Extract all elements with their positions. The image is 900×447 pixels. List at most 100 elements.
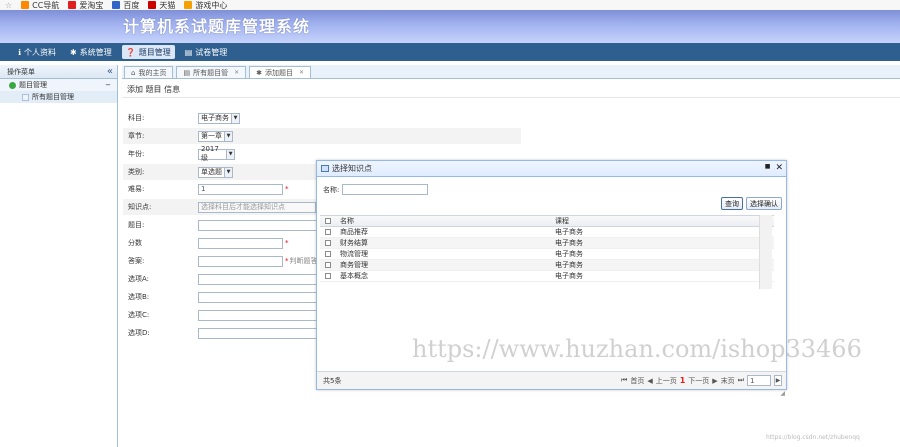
chapter-select[interactable]: 第一章 ▼	[198, 130, 233, 142]
menu-label: 题目管理	[138, 47, 171, 57]
last-page-link[interactable]: 末页	[721, 376, 735, 386]
option-b-input[interactable]	[198, 291, 318, 303]
bookmark-cc[interactable]: CC导航	[21, 0, 59, 10]
chevron-down-icon: ▼	[226, 149, 234, 159]
bookmark-label: 游戏中心	[195, 0, 228, 10]
pager: ⏮ 首页 ◀ 上一页 1 下一页 ▶ 末页 ⏭ 1 ▶	[621, 375, 782, 386]
dialog-header[interactable]: 选择知识点 ■ ✕	[317, 161, 786, 177]
left-panel-header: 操作菜单 «	[0, 65, 117, 79]
search-input[interactable]	[342, 184, 429, 195]
row-checkbox[interactable]	[320, 273, 336, 279]
table-row[interactable]: 物流管理 电子商务	[320, 249, 774, 260]
chevron-down-icon: ▼	[231, 113, 239, 123]
bookmark-game[interactable]: 游戏中心	[184, 0, 227, 10]
maximize-icon[interactable]: ■	[765, 163, 771, 173]
type-select[interactable]: 单选题 ▼	[198, 166, 233, 178]
bookmark-label: CC导航	[32, 0, 60, 10]
tmall-icon	[148, 1, 157, 9]
subject-value: 电子商务	[201, 114, 229, 122]
option-a-input[interactable]	[198, 273, 318, 285]
tab-add-question[interactable]: ✱ 添加题目 ✕	[249, 66, 312, 78]
form-row-subject: 科目: 电子商务 ▼	[123, 110, 521, 126]
score-label: 分数	[128, 239, 142, 247]
next-page-icon: ▶	[712, 376, 718, 385]
collapse-icon[interactable]: «	[107, 66, 113, 77]
go-icon[interactable]: ▶	[774, 375, 782, 386]
column-header-name[interactable]: 名称	[336, 216, 553, 226]
dialog-buttons: 查询 选择确认	[721, 197, 782, 210]
query-button[interactable]: 查询	[721, 197, 743, 210]
answer-input[interactable]	[198, 255, 283, 267]
first-page-link[interactable]: 首页	[630, 376, 644, 386]
left-panel: 操作菜单 « 题目管理 − 所有题目管理	[0, 65, 118, 447]
bookmark-star[interactable]: ☆	[5, 1, 12, 10]
menu-item-all-questions[interactable]: 所有题目管理	[0, 91, 117, 103]
cell-name: 基本概念	[340, 272, 368, 280]
row-checkbox[interactable]	[320, 262, 336, 268]
game-icon	[184, 1, 193, 9]
bookmark-label: 天猫	[159, 0, 176, 10]
bookmark-label: 百度	[123, 0, 140, 10]
cc-nav-icon	[21, 1, 30, 9]
table-row[interactable]: 商务管理 电子商务	[320, 260, 774, 271]
chevron-down-icon: ▼	[224, 131, 232, 141]
table-row[interactable]: 基本概念 电子商务	[320, 271, 774, 282]
score-input[interactable]	[198, 237, 283, 249]
prev-page-link[interactable]: 上一页	[656, 376, 677, 386]
tab-all-questions[interactable]: ▤ 所有题目管 ✕	[176, 66, 247, 78]
credit-watermark: https://blog.csdn.net/zhubenqq	[766, 434, 860, 441]
bookmark-aitaobao[interactable]: 爱淘宝	[68, 0, 103, 10]
option-d-input[interactable]	[198, 327, 318, 339]
table-row[interactable]: 财务结算 电子商务	[320, 238, 774, 249]
menu-system[interactable]: ✱ 系统管理	[66, 45, 116, 59]
type-label: 类别:	[128, 168, 145, 176]
grid-scrollbar[interactable]	[759, 215, 772, 289]
app-title: 计算机系试题库管理系统	[123, 17, 311, 36]
divider	[122, 97, 900, 98]
chapter-value: 第一章	[201, 132, 222, 140]
stem-input[interactable]	[198, 219, 318, 231]
close-icon[interactable]: ✕	[299, 69, 304, 76]
close-icon[interactable]: ✕	[234, 69, 239, 76]
row-checkbox[interactable]	[320, 251, 336, 257]
page-jump-input[interactable]: 1	[747, 375, 771, 386]
select-all-checkbox[interactable]	[320, 218, 336, 224]
tab-strip: ⌂ 我的主页 ▤ 所有题目管 ✕ ✱ 添加题目 ✕	[122, 65, 900, 79]
answer-hint: 判断题答	[289, 257, 318, 265]
tab-home[interactable]: ⌂ 我的主页	[124, 66, 174, 78]
menu-questions[interactable]: ❓ 题目管理	[121, 45, 175, 59]
difficulty-label: 难易:	[128, 185, 145, 193]
cell-name: 商务管理	[340, 261, 368, 269]
knowledge-input[interactable]: 选择科目后才能选择知识点	[198, 201, 316, 213]
menu-personal[interactable]: ℹ 个人资料	[14, 45, 60, 59]
bookmark-tmall[interactable]: 天猫	[148, 0, 175, 10]
baidu-icon	[112, 1, 121, 9]
chapter-label: 章节:	[128, 132, 145, 140]
first-page-icon: ⏮	[621, 376, 628, 384]
aitaobao-icon	[68, 1, 77, 9]
next-page-link[interactable]: 下一页	[688, 376, 709, 386]
group-toggle-icon[interactable]: −	[105, 81, 111, 89]
chevron-down-icon: ▼	[224, 167, 232, 177]
difficulty-input[interactable]: 1	[198, 183, 283, 195]
menu-papers[interactable]: ▤ 试卷管理	[181, 45, 232, 59]
required-mark: *	[285, 185, 289, 193]
row-checkbox[interactable]	[320, 240, 336, 246]
subject-select[interactable]: 电子商务 ▼	[198, 112, 240, 124]
close-icon[interactable]: ✕	[775, 163, 783, 173]
resize-grip-icon[interactable]: ◢	[780, 390, 785, 397]
bookmark-baidu[interactable]: 百度	[112, 0, 139, 10]
table-row[interactable]: 商品推荐 电子商务	[320, 227, 774, 238]
cell-name: 物流管理	[340, 250, 368, 258]
tab-label: 添加题目	[264, 68, 293, 77]
dialog-controls: ■ ✕	[765, 163, 783, 173]
option-c-input[interactable]	[198, 309, 318, 321]
confirm-select-button[interactable]: 选择确认	[746, 197, 782, 210]
year-select[interactable]: 2017级 ▼	[198, 145, 235, 162]
answer-label: 答案:	[128, 257, 145, 265]
column-header-course[interactable]: 课程	[553, 216, 774, 226]
required-mark: *	[285, 257, 289, 265]
menu-group-questions[interactable]: 题目管理 −	[0, 79, 117, 91]
tab-label: 我的主页	[138, 68, 167, 77]
row-checkbox[interactable]	[320, 229, 336, 235]
